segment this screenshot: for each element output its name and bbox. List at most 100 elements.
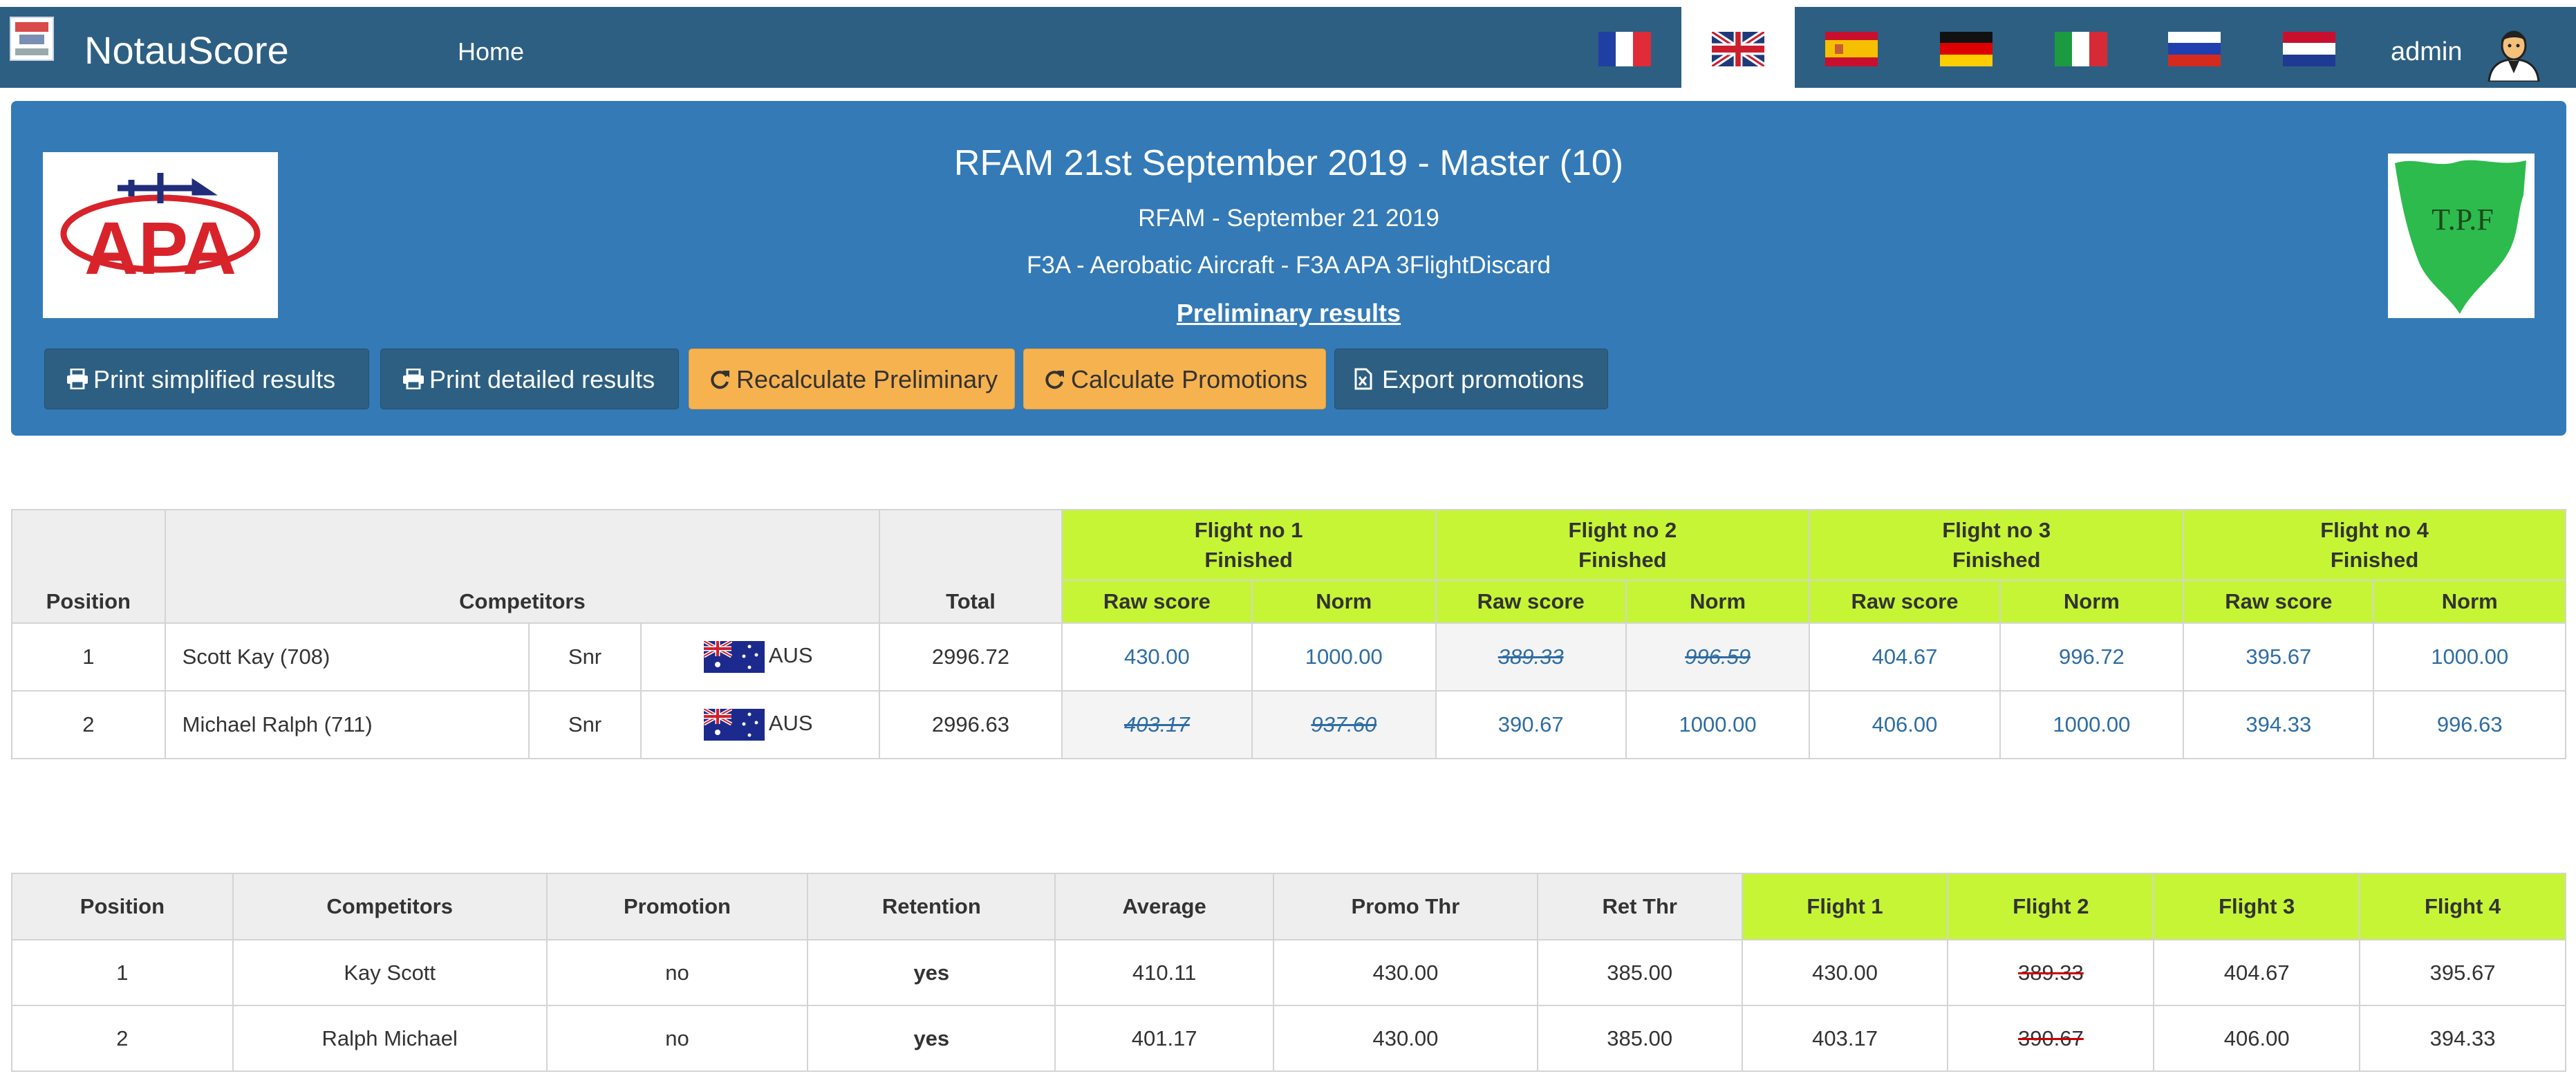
file-excel-icon <box>1354 368 1379 394</box>
flight-score-cell: 394.33 <box>2359 1005 2566 1072</box>
norm-header: Norm <box>1625 579 1811 624</box>
export-promotions-button[interactable]: Export promotions <box>1334 349 1608 409</box>
flight-2-header: Flight no 2 Finished <box>1435 509 1811 581</box>
user-menu[interactable]: admin <box>2391 37 2463 67</box>
promotions-table: Position Competitors Promotion Retention… <box>11 873 2566 1072</box>
flight-score-cell: 404.67 <box>2153 939 2361 1006</box>
recalculate-preliminary-button[interactable]: Recalculate Preliminary <box>689 349 1015 409</box>
user-avatar-icon[interactable] <box>2485 24 2543 83</box>
table-row: 2 Ralph Michael no yes 401.17 430.00 385… <box>11 1005 2566 1072</box>
raw-score-cell: 404.67 <box>1809 622 2001 692</box>
discarded-norm-cell: 937.60 <box>1251 690 1437 759</box>
promotion-header: Promotion <box>545 873 809 940</box>
table-row: 2 Michael Ralph (711) Snr AUS 2996.63 40… <box>11 690 2566 759</box>
position-header: Position <box>11 509 166 624</box>
discarded-flight-score-cell: 389.33 <box>1947 939 2155 1006</box>
competitor-name: Scott Kay (708) <box>164 622 530 692</box>
flag-fr-icon[interactable] <box>1598 32 1651 66</box>
print-detailed-button[interactable]: Print detailed results <box>380 349 679 409</box>
discarded-raw-score-cell: 389.33 <box>1435 622 1627 692</box>
ret-thr-header: Ret Thr <box>1536 873 1743 940</box>
tpf-logo: T.P.F <box>2388 154 2535 318</box>
promotion-cell: no <box>545 939 809 1006</box>
flight-2-header: Flight 2 <box>1947 873 2155 940</box>
refresh-icon <box>1043 368 1068 394</box>
country-cell: AUS <box>640 690 881 759</box>
norm-cell: 1000.00 <box>1999 690 2185 759</box>
promo-thr-header: Promo Thr <box>1273 873 1538 940</box>
top-navbar: NotauScore Home admin <box>0 7 2576 88</box>
raw-score-header: Raw score <box>2183 579 2375 624</box>
event-header-panel: APA RFAM 21st September 2019 - Master (1… <box>11 101 2566 436</box>
competitor-name: Kay Scott <box>232 939 548 1006</box>
ret-thr-cell: 385.00 <box>1536 1005 1743 1072</box>
event-title: RFAM 21st September 2019 - Master (10) <box>953 143 1624 183</box>
discarded-flight-score-cell: 390.67 <box>1947 1005 2155 1072</box>
flight-score-cell: 395.67 <box>2359 939 2566 1006</box>
country-code: AUS <box>768 643 813 668</box>
raw-score-cell: 395.67 <box>2183 622 2375 692</box>
competitors-header: Competitors <box>232 873 548 940</box>
total-header: Total <box>879 509 1063 624</box>
promo-thr-cell: 430.00 <box>1273 939 1538 1006</box>
norm-cell: 996.63 <box>2373 690 2566 759</box>
flight-score-cell: 406.00 <box>2153 1005 2361 1072</box>
flight-score-cell: 430.00 <box>1741 939 1949 1006</box>
table-row: 1 Scott Kay (708) Snr AUS 2996.72 430.00… <box>11 622 2566 692</box>
competitor-name: Michael Ralph (711) <box>164 690 530 759</box>
preliminary-results-link[interactable]: Preliminary results <box>11 299 2566 328</box>
refresh-icon <box>709 368 734 394</box>
print-detailed-label: Print detailed results <box>429 365 655 393</box>
norm-cell: 1000.00 <box>1625 690 1811 759</box>
retention-cell: yes <box>807 939 1056 1006</box>
flag-it-icon[interactable] <box>2055 32 2107 66</box>
discarded-raw-score-cell: 403.17 <box>1061 690 1253 759</box>
flag-ru-icon[interactable] <box>2168 32 2221 66</box>
norm-header: Norm <box>2373 579 2566 624</box>
norm-cell: 1000.00 <box>1251 622 1437 692</box>
total-cell: 2996.72 <box>879 622 1063 692</box>
brand-logo[interactable] <box>10 17 54 61</box>
position-cell: 1 <box>11 622 166 692</box>
raw-score-cell: 406.00 <box>1809 690 2001 759</box>
flight-3-header: Flight 3 <box>2153 873 2361 940</box>
brand-name[interactable]: NotauScore <box>84 28 289 73</box>
discarded-norm-cell: 996.59 <box>1625 622 1811 692</box>
flight-1-header: Flight 1 <box>1741 873 1949 940</box>
norm-cell: 1000.00 <box>2373 622 2566 692</box>
flag-de-icon[interactable] <box>1940 32 1992 66</box>
average-cell: 401.17 <box>1054 1005 1275 1072</box>
print-simplified-button[interactable]: Print simplified results <box>44 349 369 409</box>
flag-nl-icon[interactable] <box>2283 32 2335 66</box>
table-row: 1 Kay Scott no yes 410.11 430.00 385.00 … <box>11 939 2566 1006</box>
event-subtitle: RFAM - September 21 2019 <box>1138 205 1439 232</box>
flight-score-cell: 403.17 <box>1741 1005 1949 1072</box>
raw-score-header: Raw score <box>1435 579 1627 624</box>
printer-icon <box>66 368 91 393</box>
print-simplified-label: Print simplified results <box>93 365 336 393</box>
recalculate-label: Recalculate Preliminary <box>736 365 998 393</box>
position-cell: 2 <box>11 1005 234 1072</box>
flag-en-icon[interactable] <box>1712 32 1764 66</box>
position-cell: 1 <box>11 939 234 1006</box>
country-code: AUS <box>768 711 813 736</box>
retention-cell: yes <box>807 1005 1056 1072</box>
export-promotions-label: Export promotions <box>1382 365 1585 393</box>
class-cell: Snr <box>528 690 642 759</box>
results-table: Position Competitors Total Flight no 1 Fi… <box>11 509 2566 759</box>
nav-home-link[interactable]: Home <box>458 37 524 66</box>
class-cell: Snr <box>528 622 642 692</box>
raw-score-cell: 430.00 <box>1061 622 1253 692</box>
calculate-promotions-button[interactable]: Calculate Promotions <box>1023 349 1326 409</box>
norm-header: Norm <box>1999 579 2185 624</box>
flight-4-header: Flight 4 <box>2359 873 2566 940</box>
flag-es-icon[interactable] <box>1825 32 1878 66</box>
norm-header: Norm <box>1251 579 1437 624</box>
flight-3-header: Flight no 3 Finished <box>1809 509 2185 581</box>
ret-thr-cell: 385.00 <box>1536 939 1743 1006</box>
australia-flag-icon <box>702 639 765 673</box>
raw-score-header: Raw score <box>1809 579 2001 624</box>
event-category: F3A - Aerobatic Aircraft - F3A APA 3Flig… <box>1026 252 1551 279</box>
promo-thr-cell: 430.00 <box>1273 1005 1538 1072</box>
retention-header: Retention <box>807 873 1056 940</box>
